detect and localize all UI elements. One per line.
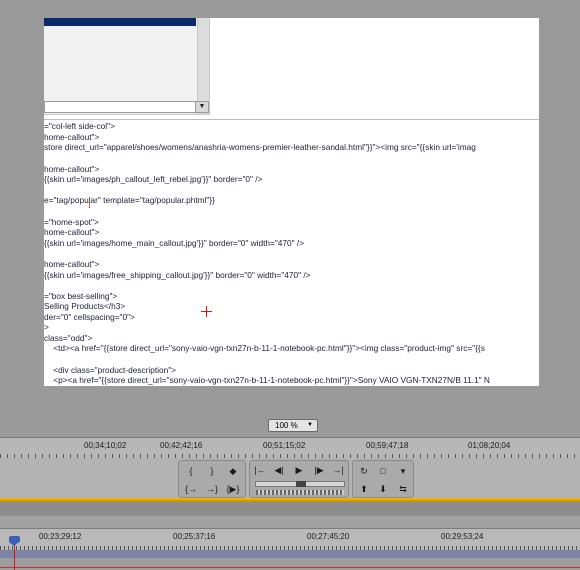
ruler-timecode: 00;25;37;16	[173, 532, 216, 541]
ruler-timecode: 00;27;45;20	[307, 532, 350, 541]
mark-in-button[interactable]: {	[183, 465, 199, 478]
shuttle-slider[interactable]	[255, 481, 345, 487]
ruler-timecode: 00;34;10;02	[84, 441, 127, 450]
code-line: <td><a href="{{store direct_url="sony-va…	[44, 343, 485, 353]
step-forward-button[interactable]: →|	[330, 464, 346, 477]
code-line: ="col-left side-col">	[44, 121, 115, 131]
code-line: >	[44, 322, 49, 332]
safe-margins-button[interactable]: □	[375, 465, 391, 478]
mark-out-button[interactable]: }	[204, 465, 220, 478]
code-line: e="tag/popular" template="tag/popular.ph…	[44, 195, 215, 205]
playhead-line	[14, 542, 15, 570]
go-to-in-button[interactable]: {→	[183, 483, 199, 496]
timeline-track[interactable]	[0, 550, 580, 558]
transport-controls: { } ◆ {→ →} {▶} |← ◀| ▶ |▶ →| ↻ □ ▾ ⬆ ⬇ …	[0, 458, 580, 498]
zoom-select[interactable]: 100 % ▼	[268, 419, 318, 432]
ruler-timecode: 00;23;29;12	[39, 532, 82, 541]
program-monitor-preview: ▼ ▼ ="col-left side-col">home-callout">s…	[44, 18, 539, 386]
preview-dropdown: ▼	[44, 101, 209, 113]
listbox-selected-row	[44, 18, 196, 26]
editing-controls-group: ↻ □ ▾ ⬆ ⬇ ⇆	[352, 460, 414, 498]
shuttle-knob[interactable]	[296, 481, 306, 487]
timeline-time-ruler[interactable]: 00;23;29;12 00;25;37;16 00;27;45;20 00;2…	[0, 528, 580, 551]
code-line: {{skin url='images/home_main_callout.jpg…	[44, 238, 305, 248]
code-line: <p><a href="{{store direct_url="sony-vai…	[44, 375, 490, 385]
play-button[interactable]: ▶	[291, 464, 307, 477]
step-back-button[interactable]: |←	[252, 464, 268, 477]
code-line: <div class="product-description">	[44, 365, 177, 375]
ruler-timecode: 00;42;42;16	[160, 441, 203, 450]
code-line: der="0" cellspacing="0">	[44, 312, 135, 322]
code-preview: ="col-left side-col"> home-callout"> store…	[44, 121, 539, 386]
code-line: class="odd">	[44, 333, 93, 343]
ruler-timecode: 00;29;53;24	[441, 532, 484, 541]
code-line: {{skin url='images/free_shipping_callout…	[44, 270, 311, 280]
panel-divider	[0, 502, 580, 516]
frame-forward-button[interactable]: |▶	[311, 464, 327, 477]
monitor-time-ruler[interactable]: 00;34;10;02 00;42;42;16 00;51;15;02 00;5…	[0, 437, 580, 459]
code-line: <p>	[44, 385, 67, 386]
timeline-track-area[interactable]	[0, 558, 580, 570]
ruler-timecode: 00;59;47;18	[366, 441, 409, 450]
code-line: ="home-spot">	[44, 217, 99, 227]
timeline-header	[0, 516, 580, 528]
code-line: home-callout">	[44, 132, 100, 142]
loop-button[interactable]: ↻	[356, 465, 372, 478]
text-cursor-icon: I	[88, 201, 91, 210]
code-line: home-callout">	[44, 164, 100, 174]
extract-button[interactable]: ⬇	[375, 483, 391, 496]
dropdown-arrow-icon: ▼	[195, 102, 208, 112]
crosshair-cursor-icon	[201, 306, 212, 317]
lift-button[interactable]: ⬆	[356, 483, 372, 496]
code-line: home-callout">	[44, 227, 100, 237]
playhead-icon[interactable]	[9, 536, 20, 546]
export-frame-button[interactable]: ⇆	[395, 483, 411, 496]
frame-back-button[interactable]: ◀|	[271, 464, 287, 477]
zoom-value: 100 %	[275, 421, 298, 430]
jog-wheel[interactable]	[256, 490, 344, 495]
render-bar	[0, 567, 580, 568]
marker-controls-group: { } ◆ {→ →} {▶}	[178, 460, 246, 498]
listbox-scrollbar: ▼	[197, 18, 209, 114]
code-line: Selling Products</h3>	[44, 301, 126, 311]
divider	[44, 119, 539, 120]
set-marker-button[interactable]: ◆	[225, 465, 241, 478]
ruler-timecode: 00;51;15;02	[263, 441, 306, 450]
ruler-timecode: 01;08;20;04	[468, 441, 511, 450]
code-line: store direct_url="apparel/shoes/womens/a…	[44, 142, 476, 152]
chevron-down-icon: ▼	[307, 422, 313, 428]
code-line: home-callout">	[44, 259, 100, 269]
playback-controls-group: |← ◀| ▶ |▶ →|	[249, 460, 349, 498]
play-in-to-out-button[interactable]: {▶}	[225, 483, 241, 496]
output-menu-button[interactable]: ▾	[395, 465, 411, 478]
code-line: {{skin url='images/ph_callout_left_rebel…	[44, 174, 263, 184]
go-to-out-button[interactable]: →}	[204, 483, 220, 496]
code-line: ="box best-selling">	[44, 291, 118, 301]
